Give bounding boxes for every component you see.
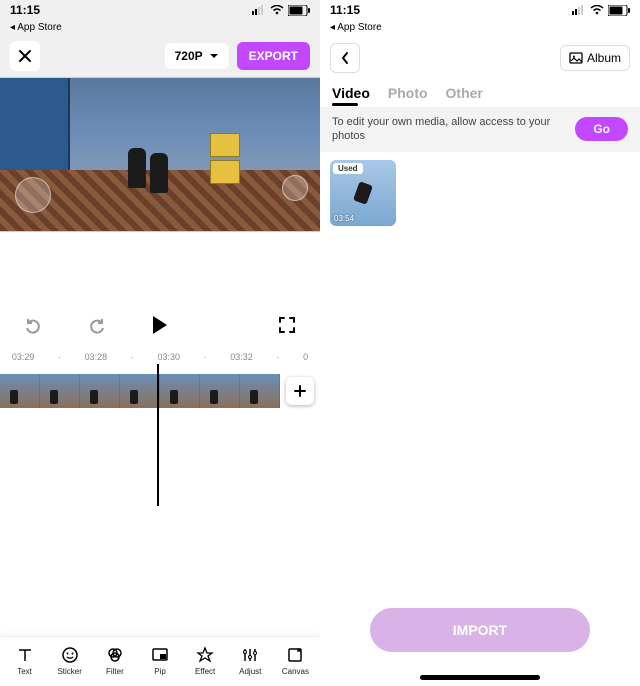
chevron-left-icon	[340, 51, 350, 65]
status-bar: 11:15	[0, 0, 320, 20]
play-button[interactable]	[147, 312, 173, 338]
adjust-icon	[240, 645, 260, 665]
resolution-button[interactable]: 720P	[165, 43, 229, 69]
media-tabs: Video Photo Other	[320, 81, 640, 107]
undo-icon	[23, 315, 43, 335]
close-button[interactable]	[10, 41, 40, 71]
video-preview[interactable]	[0, 77, 320, 232]
canvas-icon	[285, 645, 305, 665]
playhead[interactable]	[157, 364, 159, 506]
tool-adjust[interactable]: Adjust	[230, 645, 270, 676]
permission-text: To edit your own media, allow access to …	[332, 115, 565, 144]
redo-icon	[87, 315, 107, 335]
album-icon	[569, 51, 583, 65]
editor-toolbar: Text Sticker Filter Pip Effect Adjust	[0, 636, 320, 686]
back-to-app-link[interactable]: ◂ App Store	[0, 20, 320, 35]
tab-video[interactable]: Video	[332, 85, 370, 101]
import-button[interactable]: IMPORT	[370, 608, 590, 652]
tool-sticker[interactable]: Sticker	[50, 645, 90, 676]
filter-icon	[105, 645, 125, 665]
undo-button[interactable]	[20, 312, 46, 338]
status-bar: 11:15	[320, 0, 640, 20]
permission-bar: To edit your own media, allow access to …	[320, 107, 640, 152]
timeline-track[interactable]	[0, 374, 280, 408]
editor-topbar: 720P EXPORT	[0, 35, 320, 77]
add-clip-button[interactable]	[286, 377, 314, 405]
pip-icon	[150, 645, 170, 665]
fullscreen-icon	[278, 316, 296, 334]
play-icon	[153, 316, 167, 334]
export-button[interactable]: EXPORT	[237, 42, 310, 70]
text-icon	[15, 645, 35, 665]
status-time: 11:15	[10, 3, 40, 17]
plus-icon	[293, 384, 307, 398]
wifi-icon	[270, 5, 284, 15]
status-indicators	[252, 5, 310, 16]
fullscreen-button[interactable]	[274, 312, 300, 338]
signal-icon	[252, 5, 266, 15]
redo-button[interactable]	[84, 312, 110, 338]
close-icon	[18, 49, 32, 63]
timeline-ruler: 03:29 · 03:28 · 03:30 · 03:32 · 0	[0, 348, 320, 366]
timeline-area	[0, 416, 320, 636]
tool-filter[interactable]: Filter	[95, 645, 135, 676]
signal-icon	[572, 5, 586, 15]
media-duration: 03:54	[334, 214, 354, 223]
tab-photo[interactable]: Photo	[388, 85, 428, 101]
status-indicators	[572, 5, 630, 16]
wifi-icon	[590, 5, 604, 15]
tool-effect[interactable]: Effect	[185, 645, 225, 676]
picker-topbar: Album	[320, 35, 640, 81]
battery-icon	[608, 5, 630, 16]
used-badge: Used	[333, 163, 363, 174]
media-grid: Used 03:54	[320, 152, 640, 234]
tool-canvas[interactable]: Canvas	[275, 645, 315, 676]
home-indicator[interactable]	[420, 675, 540, 680]
back-button[interactable]	[330, 43, 360, 73]
playback-controls	[0, 302, 320, 348]
sticker-icon	[60, 645, 80, 665]
resolution-label: 720P	[175, 49, 203, 63]
tab-other[interactable]: Other	[446, 85, 483, 101]
timeline[interactable]	[0, 366, 320, 416]
status-time: 11:15	[330, 3, 360, 17]
chevron-down-icon	[209, 53, 219, 59]
go-button[interactable]: Go	[575, 117, 628, 141]
preview-gap	[0, 232, 320, 302]
album-button[interactable]: Album	[560, 45, 630, 71]
effect-icon	[195, 645, 215, 665]
tool-pip[interactable]: Pip	[140, 645, 180, 676]
media-item[interactable]: Used 03:54	[330, 160, 396, 226]
battery-icon	[288, 5, 310, 16]
back-to-app-link[interactable]: ◂ App Store	[320, 20, 640, 35]
tool-text[interactable]: Text	[5, 645, 45, 676]
